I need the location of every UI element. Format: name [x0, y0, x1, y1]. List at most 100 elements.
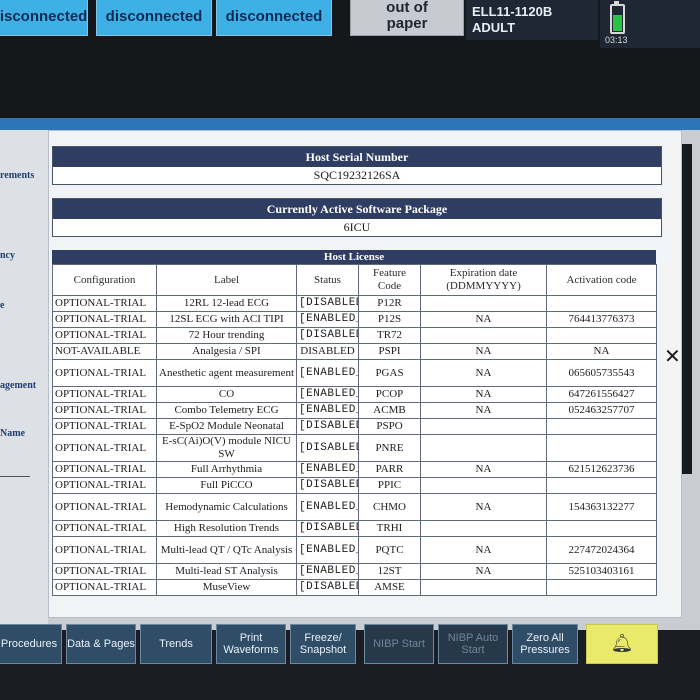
alarm-silence-button[interactable]: 🔔︎ — [586, 624, 658, 664]
serial-number-value: SQC19232126SA — [313, 168, 401, 182]
row-feature-code: AMSE — [358, 579, 421, 596]
print-waveforms-button[interactable]: Print Waveforms — [216, 624, 286, 664]
row-label: Multi-lead QT / QTc Analysis — [156, 536, 297, 564]
table-row[interactable]: OPTIONAL-TRIAL 12RL 12-lead ECG [DISABLE… — [52, 295, 657, 312]
bell-icon: 🔔︎ — [610, 633, 634, 654]
row-configuration: OPTIONAL-TRIAL — [52, 461, 157, 478]
row-configuration: OPTIONAL-TRIAL — [52, 295, 157, 312]
row-status: [DISABLED] — [296, 520, 359, 537]
table-row[interactable]: OPTIONAL-TRIAL 72 Hour trending [DISABLE… — [52, 327, 657, 344]
software-package-box: Currently Active Software Package 6ICU — [52, 198, 662, 237]
row-feature-code: PARR — [358, 461, 421, 478]
tile-label: disconnected — [105, 7, 203, 25]
button-label: NIBP Start — [373, 638, 425, 650]
row-status: [ENABLED_] — [296, 563, 359, 580]
row-activation-code — [546, 477, 657, 494]
trends-button[interactable]: Trends — [140, 624, 212, 664]
table-row[interactable]: OPTIONAL-TRIAL E-SpO2 Module Neonatal [D… — [52, 418, 657, 435]
table-row[interactable]: OPTIONAL-TRIAL Anesthetic agent measurem… — [52, 359, 657, 387]
row-configuration: OPTIONAL-TRIAL — [52, 327, 157, 344]
row-activation-code: 621512623736 — [546, 461, 657, 478]
row-label: Full PiCCO — [156, 477, 297, 494]
data-pages-button[interactable]: Data & Pages — [66, 624, 136, 664]
row-expiration: NA — [420, 359, 547, 387]
disconnected-tile-3[interactable]: disconnected — [216, 0, 332, 36]
row-label: 72 Hour trending — [156, 327, 297, 344]
nibp-start-button[interactable]: NIBP Start — [364, 624, 434, 664]
row-expiration — [420, 295, 547, 312]
top-status-bar: disconnected disconnected disconnected o… — [0, 0, 700, 118]
software-package-title: Currently Active Software Package — [53, 199, 661, 219]
close-icon[interactable]: ✕ — [664, 344, 681, 368]
button-label: Procedures — [0, 638, 58, 650]
row-label: CO — [156, 386, 297, 403]
row-activation-code — [546, 520, 657, 537]
serial-number-box: Host Serial Number SQC19232126SA — [52, 146, 662, 185]
patient-category: ADULT — [472, 20, 516, 35]
patient-info[interactable]: ELL11-1120B ADULT — [466, 0, 598, 40]
row-activation-code — [546, 295, 657, 312]
table-row[interactable]: OPTIONAL-TRIAL Combo Telemetry ECG [ENAB… — [52, 402, 657, 419]
window-title-band — [0, 118, 700, 130]
license-header-row: Configuration Label Status Feature Code … — [52, 264, 657, 296]
row-activation-code — [546, 434, 657, 462]
row-expiration — [420, 579, 547, 596]
table-row[interactable]: OPTIONAL-TRIAL 12SL ECG with ACI TIPI [E… — [52, 311, 657, 328]
row-expiration: NA — [420, 536, 547, 564]
table-row[interactable]: OPTIONAL-TRIAL Hemodynamic Calculations … — [52, 493, 657, 521]
row-expiration: NA — [420, 343, 547, 360]
row-activation-code: NA — [546, 343, 657, 360]
row-feature-code: PSPI — [358, 343, 421, 360]
left-menu-item-management[interactable]: agement — [0, 380, 36, 391]
table-row[interactable]: OPTIONAL-TRIAL CO [ENABLED_] PCOP NA 647… — [52, 386, 657, 403]
left-menu-item-e[interactable]: e — [0, 300, 4, 311]
zero-all-pressures-button[interactable]: Zero All Pressures — [512, 624, 578, 664]
row-label: Combo Telemetry ECG — [156, 402, 297, 419]
table-row[interactable]: OPTIONAL-TRIAL MuseView [DISABLED] AMSE — [52, 579, 657, 596]
row-configuration: OPTIONAL-TRIAL — [52, 579, 157, 596]
table-row[interactable]: OPTIONAL-TRIAL Multi-lead ST Analysis [E… — [52, 563, 657, 580]
row-label: Anesthetic agent measurement — [156, 359, 297, 387]
printer-status-tile[interactable]: out of paper — [350, 0, 464, 36]
nibp-auto-start-button[interactable]: NIBP Auto Start — [438, 624, 508, 664]
table-row[interactable]: OPTIONAL-TRIAL Multi-lead QT / QTc Analy… — [52, 536, 657, 564]
row-label: E-SpO2 Module Neonatal — [156, 418, 297, 435]
host-license-title: Host License — [52, 250, 656, 264]
table-row[interactable]: NOT-AVAILABLE Analgesia / SPI DISABLED P… — [52, 343, 657, 360]
table-row[interactable]: OPTIONAL-TRIAL E-sC(Ai)O(V) module NICU … — [52, 434, 657, 462]
disconnected-tile-2[interactable]: disconnected — [96, 0, 212, 36]
disconnected-tile-1[interactable]: disconnected — [0, 0, 88, 36]
left-menu-item-requirements[interactable]: rements — [0, 170, 34, 181]
row-configuration: OPTIONAL-TRIAL — [52, 520, 157, 537]
procedures-button[interactable]: Procedures — [0, 624, 62, 664]
header-feature-code: Feature Code — [358, 264, 421, 296]
row-label: MuseView — [156, 579, 297, 596]
row-configuration: OPTIONAL-TRIAL — [52, 563, 157, 580]
row-feature-code: ACMB — [358, 402, 421, 419]
button-label: Print Waveforms — [223, 632, 279, 656]
row-configuration: OPTIONAL-TRIAL — [52, 402, 157, 419]
row-activation-code — [546, 579, 657, 596]
row-status: [ENABLED_] — [296, 461, 359, 478]
row-configuration: OPTIONAL-TRIAL — [52, 477, 157, 494]
header-configuration: Configuration — [52, 264, 157, 296]
table-row[interactable]: OPTIONAL-TRIAL Full Arrhythmia [ENABLED_… — [52, 461, 657, 478]
table-row[interactable]: OPTIONAL-TRIAL High Resolution Trends [D… — [52, 520, 657, 537]
freeze-snapshot-button[interactable]: Freeze/ Snapshot — [290, 624, 356, 664]
row-expiration: NA — [420, 311, 547, 328]
left-menu-item-agency[interactable]: ncy — [0, 250, 15, 261]
row-status: [DISABLED] — [296, 477, 359, 494]
row-activation-code: 647261556427 — [546, 386, 657, 403]
row-configuration: OPTIONAL-TRIAL — [52, 386, 157, 403]
left-menu-item-name[interactable]: Name — [0, 428, 25, 439]
row-label: Analgesia / SPI — [156, 343, 297, 360]
row-activation-code: 764413776373 — [546, 311, 657, 328]
row-status: [DISABLED] — [296, 295, 359, 312]
table-scrollbar[interactable] — [682, 144, 692, 474]
row-status: [ENABLED_] — [296, 386, 359, 403]
row-label: Multi-lead ST Analysis — [156, 563, 297, 580]
row-expiration — [420, 477, 547, 494]
table-row[interactable]: OPTIONAL-TRIAL Full PiCCO [DISABLED] PPI… — [52, 477, 657, 494]
row-feature-code: PGAS — [358, 359, 421, 387]
row-status: [ENABLED_] — [296, 311, 359, 328]
